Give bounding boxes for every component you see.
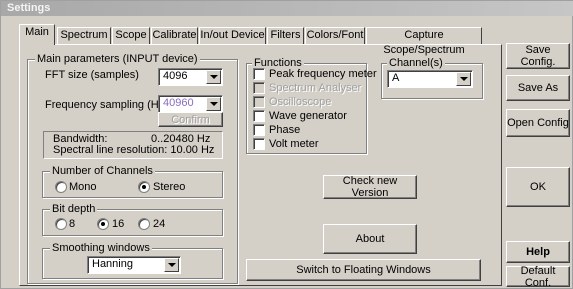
phase-label: Phase [269,124,301,136]
phase-checkbox[interactable] [253,124,265,136]
chevron-down-icon[interactable] [456,72,471,86]
switch-floating-windows-button[interactable]: Switch to Floating Windows [246,259,481,281]
channels-select[interactable]: A [387,70,473,88]
spectrum-analyser-label: Spectrum Analyser [269,82,362,94]
chevron-down-icon[interactable] [206,97,221,111]
help-button[interactable]: Help [506,241,570,263]
bit-depth-16-radio[interactable] [97,218,109,230]
spectrum-analyser-checkbox[interactable] [253,82,265,94]
stereo-label: Stereo [153,181,186,193]
tab-filters[interactable]: Filters [267,27,304,44]
smoothing-windows-label: Smoothing windows [50,242,152,254]
ok-button[interactable]: OK [506,167,570,207]
peak-frequency-meter-checkbox[interactable] [253,68,265,80]
bit-depth-16-label: 16 [112,218,125,230]
channels-value: A [392,72,400,84]
frequency-sampling-value: 40960 [163,97,194,109]
open-config-button[interactable]: Open Config [506,109,570,137]
bit-depth-24-label: 24 [153,218,166,230]
bit-depth-8-label: 8 [69,218,76,230]
check-new-version-button[interactable]: Check new Version [323,175,417,199]
tab-main[interactable]: Main [19,24,55,45]
mono-label: Mono [69,181,97,193]
save-as-button[interactable]: Save As [506,75,570,101]
peak-frequency-meter-label: Peak frequency meter [269,68,377,80]
oscilloscope-checkbox[interactable] [253,96,265,108]
tab-scope[interactable]: Scope [112,27,150,44]
tab-spectrum[interactable]: Spectrum [57,27,111,44]
frequency-sampling-label: Frequency sampling (Hz) [45,99,168,111]
chevron-down-icon[interactable] [206,70,221,84]
fft-size-select[interactable]: 4096 [158,68,223,86]
settings-window: Settings Main Spectrum Scope Calibrate I… [0,0,573,289]
confirm-button[interactable]: Confirm [158,112,223,127]
window-title: Settings [1,1,573,16]
wave-generator-label: Wave generator [269,110,347,122]
bit-depth-24-radio[interactable] [138,218,150,230]
fft-size-value: 4096 [163,70,188,82]
frequency-sampling-select[interactable]: 40960 [158,95,223,113]
volt-meter-checkbox[interactable] [253,138,265,150]
spectral-resolution: Spectral line resolution: 10.00 Hz [53,144,215,156]
volt-meter-label: Volt meter [269,138,319,150]
channels-label: Channel(s) [387,57,445,69]
main-parameters-label: Main parameters (INPUT device) [35,53,200,65]
fft-size-label: FFT size (samples) [45,69,139,81]
default-conf-button[interactable]: Default Conf. [506,265,570,289]
tab-inout-device[interactable]: In/out Device [199,27,266,44]
tab-capture-scope-spectrum[interactable]: Capture Scope/Spectrum [366,27,482,56]
chevron-down-icon[interactable] [164,258,179,272]
stereo-radio[interactable] [138,181,150,193]
bit-depth-8-radio[interactable] [55,218,67,230]
smoothing-windows-select[interactable]: Hanning [87,256,181,274]
bit-depth-label: Bit depth [50,203,98,215]
tab-calibrate[interactable]: Calibrate [151,27,198,44]
smoothing-windows-value: Hanning [92,258,133,270]
oscilloscope-label: Oscilloscope [269,96,332,108]
wave-generator-checkbox[interactable] [253,110,265,122]
number-of-channels-label: Number of Channels [50,165,155,177]
save-config-button[interactable]: Save Config. [506,43,570,69]
about-button[interactable]: About [323,224,417,254]
mono-radio[interactable] [55,181,67,193]
tab-colors-font[interactable]: Colors/Font [305,27,365,44]
